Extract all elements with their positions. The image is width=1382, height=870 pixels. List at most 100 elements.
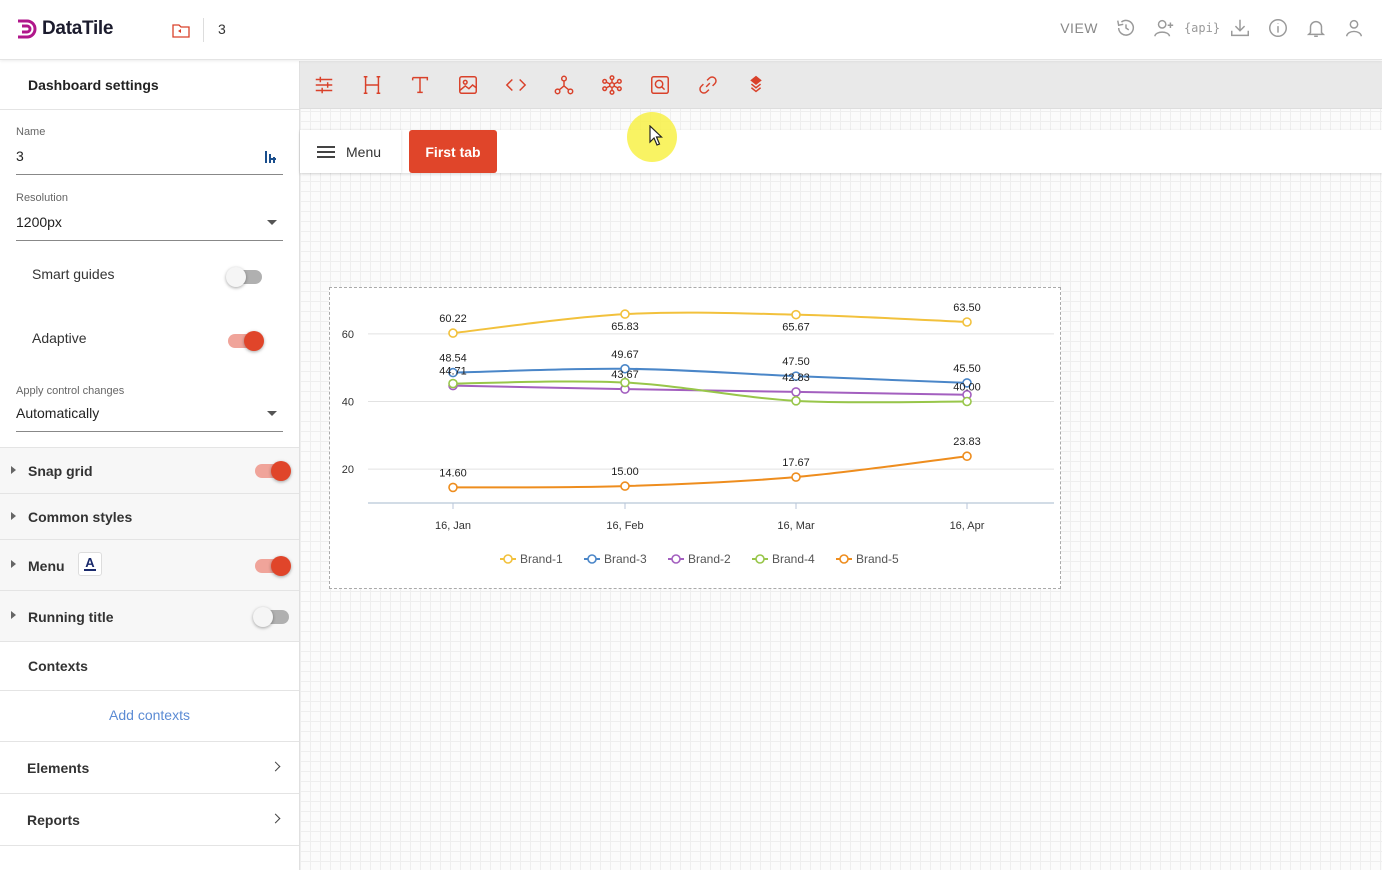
data-label: 44.71 bbox=[439, 366, 467, 378]
chevron-right-icon bbox=[270, 813, 281, 824]
reports-nav[interactable]: Reports bbox=[0, 793, 299, 845]
snap-grid-toggle[interactable] bbox=[255, 461, 291, 481]
data-label: 17.67 bbox=[782, 457, 810, 469]
line-chart: 20 40 60 16, Jan 16, Feb 16, Mar 16, Apr 60.22 6… bbox=[342, 302, 1054, 566]
resolution-field[interactable]: Resolution 1200px bbox=[16, 192, 283, 241]
text-icon[interactable] bbox=[408, 73, 432, 97]
resolution-value: 1200px bbox=[16, 214, 62, 230]
data-label: 60.22 bbox=[439, 313, 467, 325]
header-divider bbox=[203, 18, 204, 42]
dashboard-name: 3 bbox=[218, 21, 226, 37]
info-icon[interactable] bbox=[1266, 16, 1290, 40]
download-icon[interactable] bbox=[1228, 16, 1252, 40]
brand-logo[interactable]: DataTile bbox=[16, 18, 113, 40]
legend-marker bbox=[755, 554, 765, 564]
y-tick-label: 60 bbox=[342, 329, 354, 341]
heading-icon[interactable] bbox=[360, 73, 384, 97]
apply-changes-field[interactable]: Apply control changes Automatically bbox=[16, 385, 283, 432]
data-point bbox=[791, 396, 801, 406]
name-input[interactable]: 3 bbox=[16, 148, 283, 175]
legend-marker bbox=[839, 554, 849, 564]
name-field-label: Name bbox=[16, 126, 46, 138]
legend-label: Brand-5 bbox=[856, 552, 899, 566]
apply-changes-select[interactable]: Automatically bbox=[16, 405, 283, 432]
filters-icon[interactable] bbox=[312, 73, 336, 97]
data-label: 65.67 bbox=[782, 322, 810, 334]
data-point bbox=[448, 378, 458, 389]
series-line-brand-5 bbox=[452, 455, 968, 489]
x-tick-label: 16, Jan bbox=[435, 520, 471, 532]
variable-icon[interactable] bbox=[265, 150, 277, 164]
sidebar-title: Dashboard settings bbox=[0, 61, 299, 110]
view-mode-button[interactable]: VIEW bbox=[1060, 20, 1098, 36]
x-tick-label: 16, Apr bbox=[950, 520, 985, 532]
name-input-value: 3 bbox=[16, 148, 24, 164]
adaptive-toggle[interactable] bbox=[228, 331, 264, 351]
line-chart-widget[interactable]: 20 40 60 16, Jan 16, Feb 16, Mar 16, Apr 60.22 6… bbox=[329, 287, 1061, 589]
widget-toolbar bbox=[300, 61, 1382, 109]
data-point bbox=[620, 377, 630, 388]
elements-label: Elements bbox=[27, 760, 90, 776]
contexts-body: Add contexts bbox=[0, 690, 299, 741]
legend-marker bbox=[587, 554, 597, 564]
datatile-logo-icon bbox=[18, 19, 37, 39]
resolution-select[interactable]: 1200px bbox=[16, 214, 283, 241]
data-point bbox=[791, 472, 801, 482]
network-icon[interactable] bbox=[552, 73, 576, 97]
expand-arrow-icon bbox=[11, 512, 16, 520]
history-icon[interactable] bbox=[1114, 16, 1138, 40]
image-icon[interactable] bbox=[456, 73, 480, 97]
user-icon[interactable] bbox=[1342, 16, 1366, 40]
section-running-title[interactable]: Running title bbox=[0, 590, 299, 641]
data-point bbox=[448, 328, 458, 338]
cluster-icon[interactable] bbox=[600, 73, 624, 97]
sidebar-divider bbox=[0, 845, 299, 846]
y-tick-label: 20 bbox=[342, 464, 354, 476]
legend-label: Brand-1 bbox=[520, 552, 563, 566]
menu-toggle[interactable] bbox=[255, 556, 291, 576]
data-label: 49.67 bbox=[611, 349, 639, 361]
link-icon[interactable] bbox=[696, 73, 720, 97]
expand-arrow-icon bbox=[11, 466, 16, 474]
tab-first[interactable]: First tab bbox=[409, 130, 497, 173]
menu-button[interactable]: Menu bbox=[300, 130, 401, 173]
snap-grid-label: Snap grid bbox=[28, 463, 93, 479]
series-line-brand-1 bbox=[452, 311, 968, 335]
smart-guides-label: Smart guides bbox=[32, 266, 115, 282]
add-contexts-link[interactable]: Add contexts bbox=[0, 707, 299, 723]
running-title-toggle[interactable] bbox=[253, 607, 289, 627]
series-line-brand-2 bbox=[452, 384, 968, 396]
search-box-icon[interactable] bbox=[648, 73, 672, 97]
smart-guides-row: Smart guides bbox=[32, 266, 262, 290]
api-icon[interactable]: {api} bbox=[1184, 16, 1220, 40]
chevron-down-icon bbox=[267, 411, 277, 416]
expand-arrow-icon bbox=[11, 611, 16, 619]
brand-name: DataTile bbox=[42, 18, 114, 39]
code-icon[interactable] bbox=[504, 73, 528, 97]
folder-icon[interactable] bbox=[172, 22, 190, 38]
data-label: 63.50 bbox=[953, 302, 981, 314]
layers-icon[interactable] bbox=[744, 73, 768, 97]
data-label: 47.50 bbox=[782, 356, 810, 368]
font-color-icon[interactable]: A bbox=[78, 552, 102, 576]
data-point bbox=[962, 396, 972, 407]
legend-label: Brand-4 bbox=[772, 552, 815, 566]
adaptive-label: Adaptive bbox=[32, 330, 87, 346]
contexts-label: Contexts bbox=[28, 658, 88, 674]
section-snap-grid[interactable]: Snap grid bbox=[0, 447, 299, 493]
elements-nav[interactable]: Elements bbox=[0, 741, 299, 793]
name-field[interactable]: Name 3 bbox=[16, 126, 283, 175]
data-label: 48.54 bbox=[439, 353, 467, 365]
data-point bbox=[962, 451, 972, 462]
bell-icon[interactable] bbox=[1304, 16, 1328, 40]
data-label: 23.83 bbox=[953, 436, 981, 448]
smart-guides-toggle[interactable] bbox=[226, 267, 262, 287]
data-point bbox=[962, 317, 972, 327]
apply-changes-value: Automatically bbox=[16, 405, 100, 421]
data-point bbox=[791, 309, 801, 320]
series-line-brand-3 bbox=[452, 367, 968, 384]
section-common-styles[interactable]: Common styles bbox=[0, 493, 299, 539]
section-menu[interactable]: Menu A bbox=[0, 539, 299, 590]
add-user-icon[interactable] bbox=[1152, 16, 1176, 40]
data-label: 40.00 bbox=[953, 382, 981, 394]
